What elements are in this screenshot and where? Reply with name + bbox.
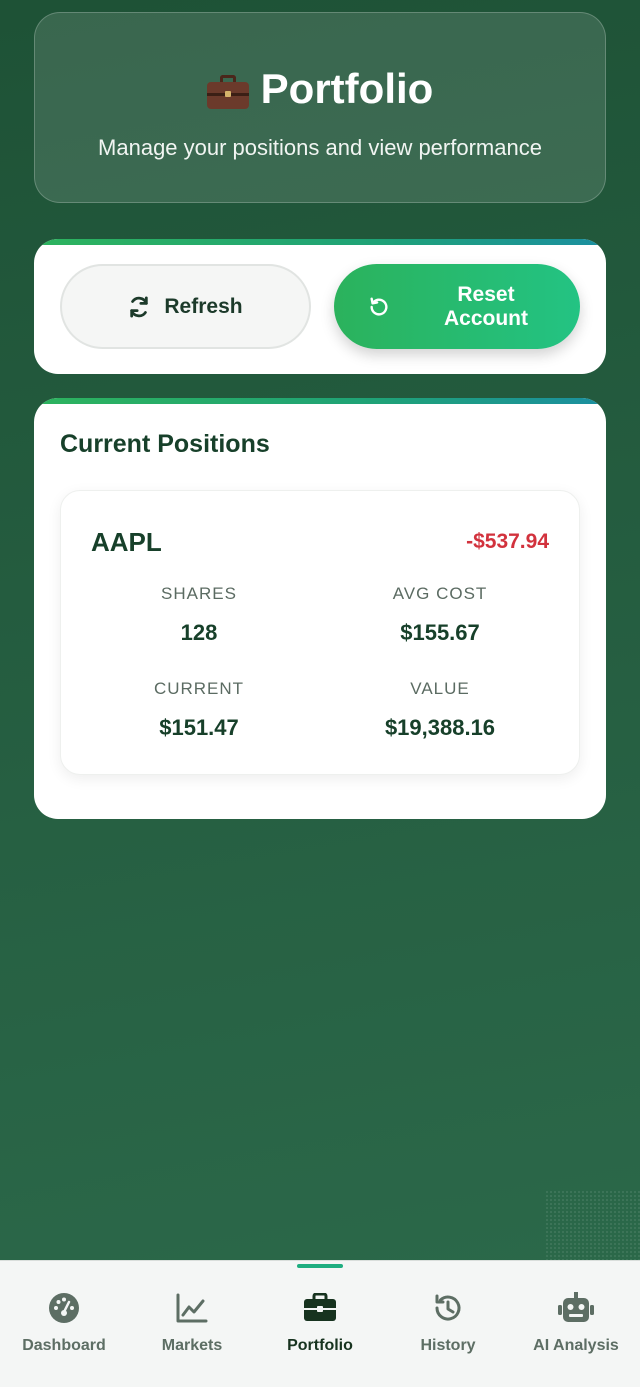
- current-stat: CURRENT $151.47: [79, 679, 319, 741]
- page-title-text: Portfolio: [260, 65, 434, 112]
- current-label: CURRENT: [153, 679, 245, 698]
- page-subtitle: Manage your positions and view performan…: [98, 135, 542, 160]
- nav-label-dashboard: Dashboard: [22, 1337, 106, 1354]
- shares-label: SHARES: [161, 584, 237, 603]
- gauge-icon: [49, 1293, 79, 1323]
- actions-card: Refresh Reset Account: [34, 239, 606, 374]
- shares-value: 128: [180, 620, 218, 645]
- value-label: VALUE: [410, 679, 470, 698]
- avg-cost-stat: AVG COST $155.67: [320, 584, 560, 646]
- shares-stat: SHARES 128: [79, 584, 319, 646]
- briefcase-icon: [206, 75, 249, 109]
- nav-label-markets: Markets: [161, 1337, 223, 1354]
- nav-item-markets[interactable]: Markets: [128, 1291, 256, 1355]
- refresh-button[interactable]: Refresh: [60, 264, 311, 349]
- card-accent-bar: [34, 398, 606, 404]
- nav-label-portfolio: Portfolio: [287, 1337, 353, 1354]
- reset-account-button[interactable]: Reset Account: [334, 264, 580, 349]
- active-tab-indicator: [297, 1264, 343, 1268]
- page-title: Portfolio: [35, 65, 605, 113]
- chart-line-icon: [176, 1293, 208, 1323]
- value-value: $19,388.16: [384, 715, 496, 740]
- bottom-nav: Dashboard Markets Portfolio History AI A…: [0, 1260, 640, 1387]
- position-card[interactable]: AAPL -$537.94 SHARES 128 AVG COST $155.6…: [60, 490, 580, 775]
- positions-title: Current Positions: [60, 430, 270, 458]
- sync-icon: [130, 295, 149, 318]
- page-header: Portfolio Manage your positions and view…: [34, 12, 606, 203]
- background-texture: [545, 1190, 640, 1260]
- nav-item-history[interactable]: History: [384, 1291, 512, 1355]
- nav-item-portfolio[interactable]: Portfolio: [256, 1291, 384, 1355]
- avg-cost-label: AVG COST: [392, 584, 488, 603]
- robot-icon: [558, 1292, 594, 1322]
- positions-card: Current Positions AAPL -$537.94 SHARES 1…: [34, 398, 606, 819]
- position-ticker: AAPL: [91, 527, 162, 557]
- value-stat: VALUE $19,388.16: [320, 679, 560, 741]
- nav-item-ai-analysis[interactable]: AI Analysis: [512, 1291, 640, 1355]
- nav-label-history: History: [420, 1337, 476, 1354]
- briefcase-icon: [304, 1293, 336, 1321]
- card-accent-bar: [34, 239, 606, 245]
- current-value: $151.47: [159, 715, 239, 740]
- refresh-label: Refresh: [164, 294, 243, 318]
- history-icon: [435, 1294, 461, 1321]
- position-pl: -$537.94: [466, 530, 549, 553]
- undo-icon: [370, 297, 388, 316]
- nav-label-ai-analysis: AI Analysis: [533, 1337, 619, 1354]
- nav-item-dashboard[interactable]: Dashboard: [0, 1291, 128, 1355]
- reset-account-label: Reset Account: [444, 282, 528, 330]
- avg-cost-value: $155.67: [400, 620, 480, 645]
